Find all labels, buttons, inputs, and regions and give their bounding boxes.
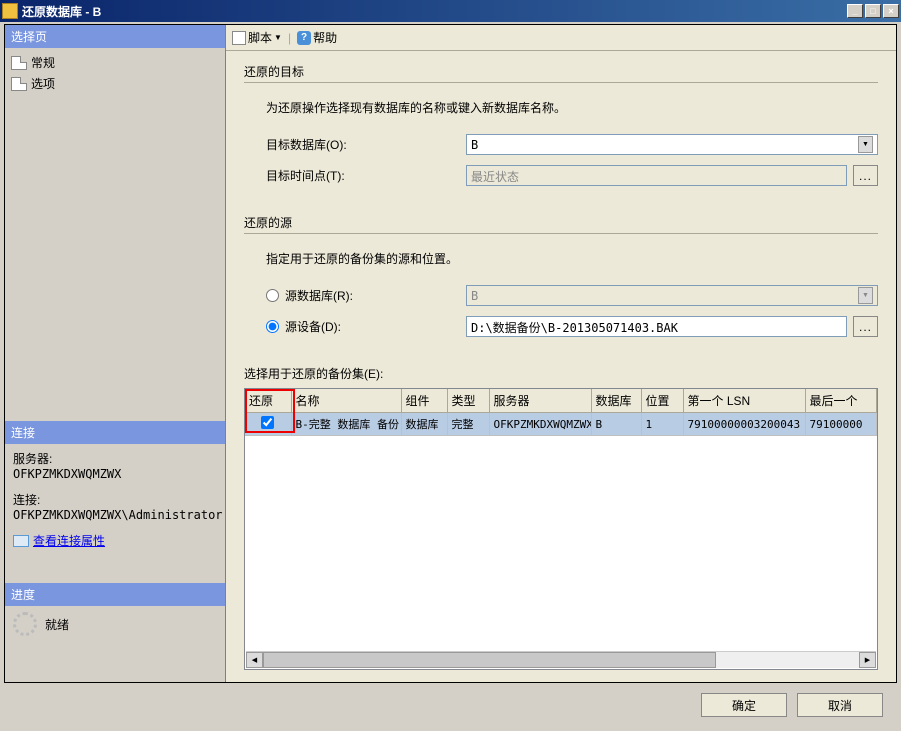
view-conn-props-link[interactable]: 查看连接属性: [13, 532, 217, 549]
cell-last-lsn: 79100000: [805, 413, 877, 436]
chevron-down-icon: ▼: [274, 33, 282, 42]
toolbar: 脚本 ▼ | ? 帮助: [226, 25, 896, 51]
col-restore[interactable]: 还原: [245, 389, 291, 413]
server-label: 服务器:: [13, 450, 217, 467]
cell-name: B-完整 数据库 备份: [291, 413, 401, 436]
main-panel: 脚本 ▼ | ? 帮助 还原的目标 为还原操作选择现有数据库的名称或键入新数据库…: [225, 25, 896, 682]
dest-time-browse-button[interactable]: ...: [853, 165, 878, 186]
dest-time-label: 目标时间点(T):: [266, 167, 466, 184]
sidebar-page-label: 选项: [31, 75, 55, 92]
scroll-right-button[interactable]: ▶: [859, 652, 876, 668]
src-db-label: 源数据库(R):: [285, 287, 353, 304]
dest-group-title: 还原的目标: [244, 63, 878, 83]
chevron-down-icon: ▼: [858, 287, 873, 304]
col-type[interactable]: 类型: [447, 389, 489, 413]
page-icon: [11, 77, 27, 91]
conn-value: OFKPZMKDXWQMZWX\Administrator: [13, 508, 217, 522]
help-icon: ?: [297, 31, 311, 45]
progress-status: 就绪: [45, 616, 69, 633]
script-icon: [232, 31, 246, 45]
view-conn-props-text[interactable]: 查看连接属性: [33, 532, 105, 549]
scroll-track[interactable]: [263, 652, 859, 668]
horizontal-scrollbar[interactable]: ◀ ▶: [246, 651, 876, 668]
restore-checkbox[interactable]: [261, 416, 274, 429]
window-controls: _ □ ×: [847, 4, 899, 18]
dest-db-label: 目标数据库(O):: [266, 136, 466, 153]
dest-time-field: 最近状态: [466, 165, 847, 186]
app-icon: [2, 3, 18, 19]
table-row[interactable]: B-完整 数据库 备份 数据库 完整 OFKPZMKDXWQMZWX B 1 7…: [245, 413, 877, 436]
help-button[interactable]: ? 帮助: [297, 29, 337, 46]
col-component[interactable]: 组件: [401, 389, 447, 413]
col-name[interactable]: 名称: [291, 389, 401, 413]
src-device-label: 源设备(D):: [285, 318, 341, 335]
ok-button[interactable]: 确定: [701, 693, 787, 717]
cell-first-lsn: 79100000003200043: [683, 413, 805, 436]
cell-component: 数据库: [401, 413, 447, 436]
server-value: OFKPZMKDXWQMZWX: [13, 467, 217, 481]
conn-label: 连接:: [13, 491, 217, 508]
col-position[interactable]: 位置: [641, 389, 683, 413]
maximize-button[interactable]: □: [865, 4, 881, 18]
src-description: 指定用于还原的备份集的源和位置。: [266, 250, 878, 267]
sidebar-progress-header: 进度: [5, 583, 225, 606]
sidebar-conn-header: 连接: [5, 421, 225, 444]
src-db-combo: B ▼: [466, 285, 878, 306]
scroll-left-button[interactable]: ◀: [246, 652, 263, 668]
dest-description: 为还原操作选择现有数据库的名称或键入新数据库名称。: [266, 99, 878, 116]
help-label: 帮助: [313, 29, 337, 46]
properties-icon: [13, 535, 29, 547]
scroll-thumb[interactable]: [263, 652, 716, 668]
title-bar: 还原数据库 - B _ □ ×: [0, 0, 901, 22]
close-button[interactable]: ×: [883, 4, 899, 18]
src-db-value: B: [471, 289, 478, 303]
src-group-title: 还原的源: [244, 214, 878, 234]
col-last-lsn[interactable]: 最后一个: [805, 389, 877, 413]
sidebar: 选择页 常规 选项 连接 服务器: OFKPZMKDXWQMZWX 连接: OF…: [5, 25, 225, 682]
backup-sets-label: 选择用于还原的备份集(E):: [244, 365, 878, 382]
src-device-radio[interactable]: [266, 320, 279, 333]
progress-spinner-icon: [13, 612, 37, 636]
src-device-field[interactable]: D:\数据备份\B-201305071403.BAK: [466, 316, 847, 337]
cell-position: 1: [641, 413, 683, 436]
src-device-browse-button[interactable]: ...: [853, 316, 878, 337]
page-icon: [11, 56, 27, 70]
col-database[interactable]: 数据库: [591, 389, 641, 413]
chevron-down-icon[interactable]: ▼: [858, 136, 873, 153]
cell-type: 完整: [447, 413, 489, 436]
cell-database: B: [591, 413, 641, 436]
dest-db-value: B: [471, 138, 478, 152]
col-server[interactable]: 服务器: [489, 389, 591, 413]
col-first-lsn[interactable]: 第一个 LSN: [683, 389, 805, 413]
dest-db-combo[interactable]: B ▼: [466, 134, 878, 155]
script-dropdown[interactable]: 脚本 ▼: [232, 29, 282, 46]
src-db-radio[interactable]: [266, 289, 279, 302]
window-title: 还原数据库 - B: [22, 3, 847, 20]
sidebar-page-options[interactable]: 选项: [7, 73, 223, 94]
cancel-button[interactable]: 取消: [797, 693, 883, 717]
backup-sets-grid[interactable]: 还原 名称 组件 类型 服务器 数据库 位置 第一个 LSN 最后一个 B-完整…: [244, 388, 878, 670]
script-label: 脚本: [248, 29, 272, 46]
sidebar-page-label: 常规: [31, 54, 55, 71]
minimize-button[interactable]: _: [847, 4, 863, 18]
cell-server: OFKPZMKDXWQMZWX: [489, 413, 591, 436]
sidebar-page-general[interactable]: 常规: [7, 52, 223, 73]
sidebar-pages-header: 选择页: [5, 25, 225, 48]
dialog-button-bar: 确定 取消: [4, 683, 897, 727]
